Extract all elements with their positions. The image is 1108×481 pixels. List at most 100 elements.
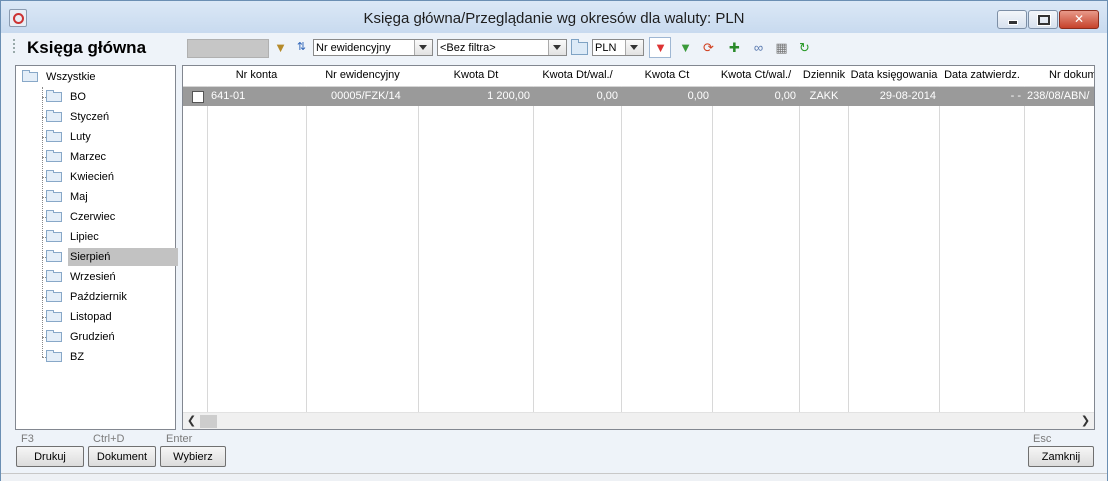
column-header[interactable]: Dziennik [800,66,848,86]
folder-icon [46,290,62,302]
folder-icon [46,130,62,142]
tree-item-label: Sierpień [68,248,178,266]
column-divider [621,86,622,414]
reload-icon[interactable]: ↻ [796,39,813,56]
hotkey-document: Ctrl+D [93,433,125,445]
filter-icon[interactable]: ▼ [677,39,694,56]
window-title: Księga główna/Przeglądanie wg okresów dl… [363,10,745,27]
folder-icon [46,170,62,182]
table-icon[interactable]: ▦ [773,39,790,56]
folder-icon [46,110,62,122]
folder-icon [22,70,38,82]
column-divider [418,86,419,414]
toolbar: Księga główna ▼ ⇅ Nr ewidencyjny <Bez fi… [1,35,1107,61]
refresh-icon[interactable]: ⟳ [700,39,717,56]
tree-item[interactable]: Luty [16,128,174,146]
search-box[interactable] [187,39,269,58]
chevron-down-icon[interactable] [414,40,432,55]
grid-header: Nr konta Nr ewidencyjny Kwota Dt Kwota Dt/w… [183,66,1094,87]
filter-edit-icon[interactable]: ▼ [272,39,289,56]
tree-item-label: BZ [70,351,85,363]
column-header[interactable]: Data zatwierdz. [940,66,1024,86]
tree-item-label: Marzec [70,151,107,163]
scroll-right-icon[interactable]: ❯ [1077,414,1094,429]
maximize-button[interactable] [1028,10,1058,29]
hotkey-close: Esc [1033,433,1052,445]
table-cell: 1 200,00 [487,90,530,102]
tree-item[interactable]: BO [16,88,174,106]
currency-combo[interactable]: PLN [592,39,644,56]
table-cell: 641-01 [211,90,246,102]
column-header[interactable]: Kwota Ct [622,66,712,86]
tree-item[interactable]: Marzec [16,148,174,166]
chevron-down-icon[interactable] [625,40,643,55]
close-button[interactable]: Zamknij [1028,446,1094,467]
tree-item-label: Czerwiec [70,211,116,223]
table-cell: 29-08-2014 [879,90,936,102]
tree-item[interactable]: BZ [16,348,174,366]
sort-combo[interactable]: Nr ewidencyjny [313,39,433,56]
column-header[interactable]: Kwota Ct/wal./ [713,66,799,86]
column-header[interactable]: Nr dokum [1025,66,1094,86]
filter-combo[interactable]: <Bez filtra> [437,39,567,56]
print-button[interactable]: Drukuj [16,446,84,467]
tree-item[interactable]: Grudzień [16,328,174,346]
hotkey-print: F3 [21,433,34,445]
close-window-button[interactable] [1059,10,1099,29]
scroll-left-icon[interactable]: ❮ [183,414,200,429]
title-bar[interactable]: Księga główna/Przeglądanie wg okresów dl… [1,1,1107,33]
tree-item[interactable]: Kwiecień [16,168,174,186]
column-divider [848,86,849,414]
tree-item[interactable]: Sierpień [16,248,178,266]
table-cell: 00005/FZK/14 [331,90,401,102]
link-icon[interactable]: ∞ [750,39,767,56]
column-header[interactable]: Kwota Dt/wal./ [534,66,621,86]
tree-item-label: Lipiec [70,231,99,243]
currency-combo-value: PLN [595,42,617,54]
folder-icon [46,190,62,202]
table-row[interactable]: 641-01 00005/FZK/14 1 200,00 0,00 0,00 0,00 ZA… [183,87,1094,106]
scroll-thumb[interactable] [200,415,217,428]
folder-icon[interactable] [571,39,588,55]
filter-combo-value: <Bez filtra> [440,42,496,54]
tree-item[interactable]: Styczeń [16,108,174,126]
row-checkbox[interactable] [192,91,204,103]
tree-item[interactable]: Listopad [16,308,174,326]
tree-item-root[interactable]: Wszystkie [20,68,170,86]
tree-item-label: Grudzień [70,331,115,343]
folder-icon [46,150,62,162]
tree-item[interactable]: Czerwiec [16,208,174,226]
add-document-icon[interactable]: ✚ [726,39,743,56]
folder-icon [46,250,62,262]
sort-icon[interactable]: ⇅ [293,39,310,56]
column-header[interactable]: Nr konta [207,66,306,86]
table-cell: 0,00 [596,90,618,102]
filter-active-button[interactable]: ▼ [649,37,671,58]
column-divider [533,86,534,414]
tree-item[interactable]: Październik [16,288,174,306]
column-header[interactable]: Data księgowania [849,66,939,86]
tree-item[interactable]: Maj [16,188,174,206]
tree-item-label: Kwiecień [70,171,115,183]
period-tree[interactable]: Wszystkie BO Styczeń Luty Marzec Kwiecień Maj… [15,65,178,430]
tree-item[interactable]: Lipiec [16,228,174,246]
sort-combo-value: Nr ewidencyjny [316,42,391,54]
tree-item-label: Listopad [70,311,112,323]
horizontal-scrollbar[interactable]: ❮ ❯ [183,412,1094,429]
ledger-grid[interactable]: Nr konta Nr ewidencyjny Kwota Dt Kwota Dt/w… [182,65,1095,430]
tree-item-label: Wrzesień [70,271,116,283]
document-button[interactable]: Dokument [88,446,156,467]
chevron-down-icon[interactable] [548,40,566,55]
minimize-button[interactable] [997,10,1027,29]
table-cell: 0,00 [687,90,709,102]
column-header[interactable]: Kwota Dt [419,66,533,86]
tree-item[interactable]: Wrzesień [16,268,174,286]
tree-item-label: Wszystkie [46,71,96,83]
folder-icon [46,310,62,322]
select-button[interactable]: Wybierz [160,446,226,467]
tree-item-label: BO [70,91,86,103]
toolbar-grip[interactable] [13,39,15,55]
column-header[interactable]: Nr ewidencyjny [307,66,418,86]
hotkey-select: Enter [166,433,193,445]
main-window: Księga główna/Przeglądanie wg okresów dl… [0,0,1108,481]
